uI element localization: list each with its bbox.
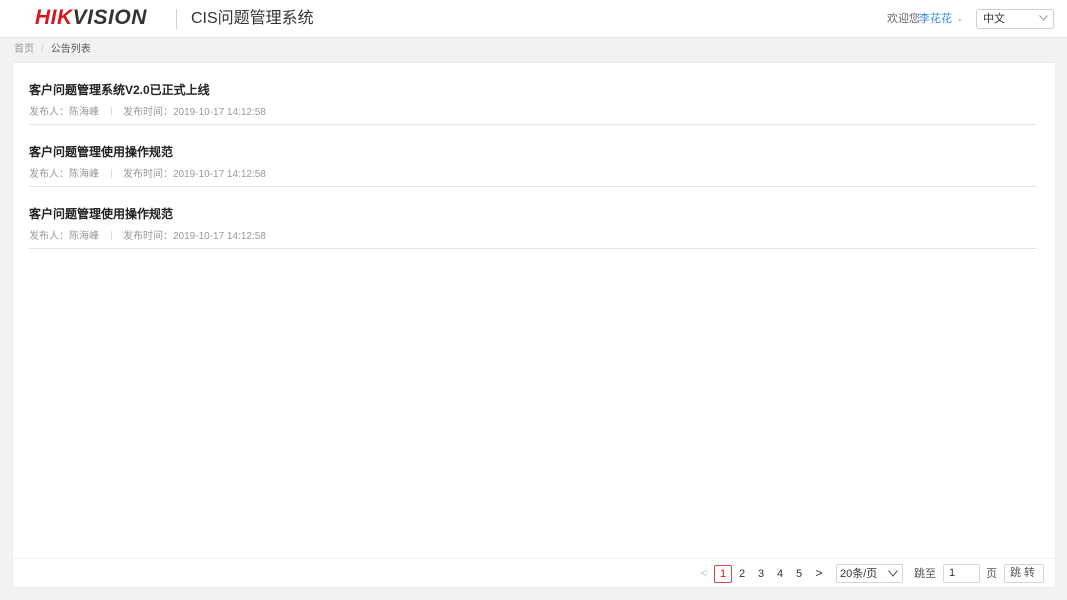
- welcome-text: 欢迎您: [887, 13, 920, 25]
- next-page-icon[interactable]: >: [812, 565, 826, 581]
- language-select[interactable]: 中文: [976, 9, 1054, 29]
- page-size-value: 20条/页: [840, 568, 878, 580]
- meta-divider: [111, 231, 112, 240]
- notice-time: 发布时间：2019-10-17 14:12:58: [123, 169, 266, 180]
- language-select-value: 中文: [983, 13, 1005, 25]
- notice-publisher: 发布人：陈海峰: [29, 107, 99, 118]
- jump-to-label: 跳至: [914, 568, 936, 580]
- user-menu-name[interactable]: 李花花: [919, 12, 952, 26]
- meta-divider: [111, 169, 112, 178]
- breadcrumb: 首页 / 公告列表: [14, 44, 91, 56]
- chevron-down-icon: [888, 570, 898, 577]
- notice-meta: 发布人：陈海峰 发布时间：2019-10-17 14:12:58: [29, 168, 266, 182]
- app-title: CIS问题管理系统: [191, 10, 314, 27]
- pagination: < 1 2 3 4 5 > 20条/页 跳至 1 页 跳转: [13, 558, 1055, 587]
- page-number-5[interactable]: 5: [790, 565, 808, 583]
- logo-dark-part: VISION: [72, 6, 147, 29]
- header-divider: [176, 9, 177, 29]
- notice-title[interactable]: 客户问题管理使用操作规范: [29, 144, 173, 160]
- prev-page-icon[interactable]: <: [697, 565, 711, 581]
- notice-time: 发布时间：2019-10-17 14:12:58: [123, 107, 266, 118]
- notice-time: 发布时间：2019-10-17 14:12:58: [123, 231, 266, 242]
- top-header: HIKVISION CIS问题管理系统 欢迎您 李花花 ⌄ 中文: [0, 0, 1067, 38]
- breadcrumb-home[interactable]: 首页: [14, 44, 34, 56]
- notice-list-panel: 客户问题管理系统V2.0已正式上线 发布人：陈海峰发布时间：2019-10-17…: [13, 63, 1055, 587]
- page-number-1[interactable]: 1: [714, 565, 732, 583]
- page-number-3[interactable]: 3: [752, 565, 770, 583]
- page-size-select[interactable]: 20条/页: [836, 564, 903, 583]
- notice-publisher: 发布人：陈海峰: [29, 231, 99, 242]
- notice-meta: 发布人：陈海峰 发布时间：2019-10-17 14:12:58: [29, 106, 266, 120]
- jump-page-input[interactable]: 1: [943, 564, 980, 583]
- page-number-4[interactable]: 4: [771, 565, 789, 583]
- notice-meta: 发布人：陈海峰 发布时间：2019-10-17 14:12:58: [29, 230, 266, 244]
- user-menu-chevron-icon[interactable]: ⌄: [956, 13, 963, 25]
- notice-title[interactable]: 客户问题管理系统V2.0已正式上线: [29, 82, 210, 98]
- notice-title[interactable]: 客户问题管理使用操作规范: [29, 206, 173, 222]
- jump-button[interactable]: 跳转: [1004, 564, 1044, 583]
- meta-divider: [111, 107, 112, 116]
- notice-item: 客户问题管理系统V2.0已正式上线 发布人：陈海峰 发布时间：2019-10-17…: [29, 63, 1037, 125]
- chevron-down-icon: [1039, 15, 1048, 21]
- hikvision-logo[interactable]: HIKVISION: [35, 6, 147, 30]
- breadcrumb-separator: /: [41, 44, 44, 55]
- notice-item: 客户问题管理使用操作规范 发布人：陈海峰 发布时间：2019-10-17 14:1…: [29, 125, 1037, 187]
- page-number-2[interactable]: 2: [733, 565, 751, 583]
- logo-red-part: HIK: [35, 6, 73, 29]
- notice-publisher: 发布人：陈海峰: [29, 169, 99, 180]
- notice-item: 客户问题管理使用操作规范 发布人：陈海峰 发布时间：2019-10-17 14:1…: [29, 187, 1037, 249]
- breadcrumb-current: 公告列表: [50, 44, 91, 55]
- page-unit-label: 页: [986, 568, 997, 580]
